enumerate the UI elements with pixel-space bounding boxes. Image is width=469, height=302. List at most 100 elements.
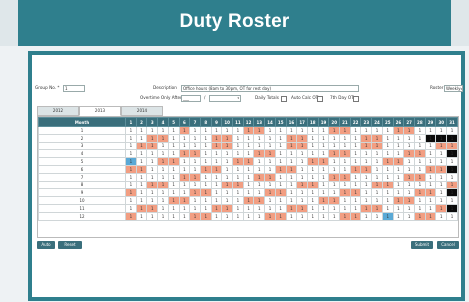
day-cell[interactable]: 1 [296,141,308,151]
day-cell[interactable]: 1 [232,157,244,166]
day-cell[interactable]: 1 [339,188,351,198]
day-cell[interactable]: 1 [253,196,266,205]
day-cell[interactable]: 1 [339,157,351,166]
day-cell[interactable]: 1 [232,211,244,221]
day-cell[interactable]: 1 [424,157,437,166]
day-cell[interactable]: 1 [381,203,394,213]
day-cell[interactable]: 1 [253,141,266,151]
day-cell[interactable]: 1 [296,203,308,213]
day-cell[interactable]: 1 [135,149,148,159]
day-cell[interactable]: 1 [253,211,266,221]
day-cell[interactable]: 1 [435,172,448,182]
day-cell[interactable]: 1 [349,211,362,221]
day-cell[interactable]: 1 [285,203,298,213]
day-cell[interactable]: 1 [146,141,159,151]
day-cell[interactable]: 1 [360,126,373,135]
day-cell[interactable]: 1 [199,196,212,205]
day-cell[interactable]: 1 [435,211,448,221]
day-cell[interactable]: 1 [306,126,319,135]
day-cell[interactable]: 1 [339,133,351,143]
day-cell[interactable]: 1 [274,203,287,213]
day-cell[interactable]: 1 [253,157,266,166]
day-cell[interactable]: 1 [189,172,201,182]
day-cell[interactable]: 1 [285,180,298,190]
day-cell[interactable]: 1 [135,126,148,135]
day-cell[interactable]: 1 [274,196,287,205]
reset-button[interactable]: Reset [58,241,82,249]
day-cell[interactable]: 1 [125,172,137,182]
day-cell[interactable]: 1 [242,126,255,135]
day-cell[interactable]: 1 [285,188,298,198]
day-cell[interactable]: 1 [178,126,191,135]
day-cell[interactable]: 1 [157,188,169,198]
overtime-basis-select[interactable]: ▾ [209,95,241,102]
day-cell[interactable]: 1 [189,188,201,198]
day-cell[interactable]: 1 [167,149,180,159]
tab-2013[interactable]: 2013 [79,106,121,116]
day-cell[interactable]: 1 [285,133,298,143]
day-cell[interactable]: 1 [189,196,201,205]
day-cell[interactable]: 1 [392,126,405,135]
day-cell[interactable]: 1 [446,180,458,190]
day-cell[interactable]: 1 [339,126,351,135]
day-cell[interactable]: 1 [360,141,373,151]
day-cell[interactable]: 1 [242,172,255,182]
day-cell[interactable]: 1 [146,180,159,190]
day-cell[interactable]: 1 [199,180,212,190]
day-cell[interactable]: 1 [435,141,448,151]
day-cell[interactable]: 1 [274,133,287,143]
day-cell[interactable]: 1 [178,149,191,159]
day-cell[interactable]: 1 [446,188,458,198]
day-cell[interactable]: 1 [328,203,341,213]
day-cell[interactable]: 1 [381,149,394,159]
day-cell[interactable]: 1 [328,196,341,205]
day-cell[interactable]: 1 [413,203,426,213]
daily-totals-checkbox[interactable] [281,96,287,102]
day-cell[interactable]: 1 [210,211,223,221]
day-cell[interactable]: 1 [125,164,137,174]
day-cell[interactable]: 1 [264,211,276,221]
day-cell[interactable]: 1 [264,203,276,213]
day-cell[interactable]: 1 [349,180,362,190]
day-cell[interactable]: 1 [306,141,319,151]
day-cell[interactable]: 1 [413,157,426,166]
day-cell[interactable]: 1 [221,149,234,159]
overtime-hours-field[interactable]: ___ [181,95,201,102]
day-cell[interactable]: 1 [349,126,362,135]
day-cell[interactable]: 1 [435,157,448,166]
day-cell[interactable]: 1 [435,133,448,143]
day-cell[interactable]: 1 [328,164,341,174]
day-cell[interactable]: 1 [306,188,319,198]
day-cell[interactable]: 1 [221,196,234,205]
day-cell[interactable]: 1 [285,211,298,221]
day-cell[interactable]: 1 [360,211,373,221]
day-cell[interactable]: 1 [264,133,276,143]
cancel-button[interactable]: Cancel [437,241,459,249]
day-cell[interactable]: 1 [328,141,341,151]
day-cell[interactable]: 1 [296,172,308,182]
day-cell[interactable]: 1 [167,203,180,213]
day-cell[interactable]: 1 [264,149,276,159]
day-cell[interactable]: 1 [371,133,383,143]
day-cell[interactable]: 1 [403,164,415,174]
day-cell[interactable]: 1 [253,203,266,213]
day-cell[interactable]: 1 [317,164,330,174]
day-cell[interactable]: 1 [403,211,415,221]
day-cell[interactable]: 1 [125,157,137,166]
day-cell[interactable]: 1 [339,196,351,205]
day-cell[interactable]: 1 [403,157,415,166]
day-cell[interactable]: 1 [210,149,223,159]
day-cell[interactable]: 1 [339,141,351,151]
day-cell[interactable]: 1 [242,203,255,213]
day-cell[interactable]: 1 [360,149,373,159]
day-cell[interactable]: 1 [403,141,415,151]
day-cell[interactable]: 1 [413,149,426,159]
day-cell[interactable]: 1 [392,157,405,166]
day-cell[interactable]: 1 [189,203,201,213]
day-cell[interactable]: 1 [328,172,341,182]
day-cell[interactable]: 1 [232,141,244,151]
auto-button[interactable]: Auto [37,241,55,249]
day-cell[interactable]: 1 [253,149,266,159]
day-cell[interactable]: 1 [167,164,180,174]
day-cell[interactable]: 1 [210,141,223,151]
